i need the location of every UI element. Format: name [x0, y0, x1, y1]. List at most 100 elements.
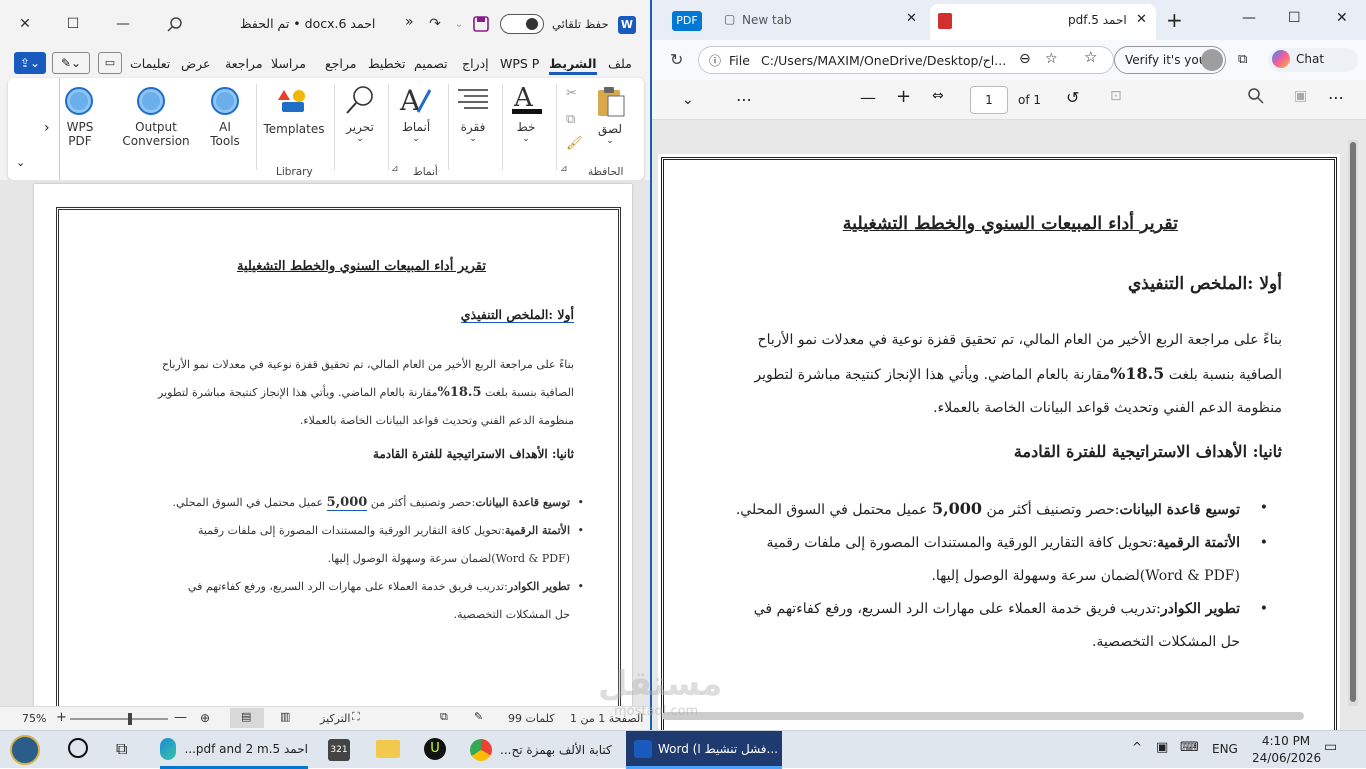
tab-new-tab[interactable]: ▢ New tab ✕: [716, 6, 926, 36]
close-icon[interactable]: ✕: [1336, 10, 1348, 26]
tab-review[interactable]: مراجعة: [225, 56, 263, 71]
taskbar-item-edge[interactable]: احمد 5.pdf and 2 m...: [160, 731, 308, 769]
ribbon-more-button[interactable]: ›: [44, 120, 50, 136]
zoom-out-icon[interactable]: —: [174, 710, 187, 725]
chevron-up-icon[interactable]: ^: [1132, 740, 1142, 754]
upwork-icon[interactable]: U: [424, 738, 446, 760]
find-icon[interactable]: [344, 84, 376, 116]
calendar-icon[interactable]: 321: [328, 739, 350, 761]
clock-time[interactable]: 4:10 PM: [1256, 734, 1316, 748]
notifications-icon[interactable]: ▭: [1324, 739, 1337, 755]
editing-mode-button[interactable]: ✎⌄: [52, 52, 90, 74]
minimize-icon[interactable]: —: [1242, 10, 1256, 26]
clock-date[interactable]: 24/06/2026: [1252, 751, 1321, 765]
page-view-icon[interactable]: ⊡: [1110, 88, 1122, 104]
page-number-input[interactable]: 1: [970, 86, 1008, 114]
more-icon[interactable]: ⋯: [1328, 88, 1344, 107]
paragraph-icon[interactable]: [458, 88, 488, 112]
chevron-down-icon[interactable]: ⌄: [603, 134, 617, 148]
dialog-launcher-icon[interactable]: ⊿: [391, 164, 399, 174]
pdf-tab[interactable]: PDF: [672, 11, 702, 31]
maximize-icon[interactable]: ☐: [60, 12, 86, 36]
folder-icon[interactable]: [376, 740, 400, 758]
refresh-icon[interactable]: ↻: [670, 50, 683, 69]
templates-icon[interactable]: [278, 88, 308, 114]
fit-page-icon[interactable]: ⇔: [932, 88, 944, 104]
taskbar-item-word[interactable]: Word (فشل تنشيط ا...: [626, 731, 782, 769]
wps-pdf-icon[interactable]: [64, 86, 94, 116]
maximize-icon[interactable]: ☐: [1288, 10, 1301, 26]
network-icon[interactable]: ▣: [1156, 740, 1168, 755]
tab-view[interactable]: عرض: [181, 56, 210, 71]
copilot-chat-button[interactable]: Chat: [1268, 48, 1358, 72]
widgets-icon[interactable]: [10, 735, 40, 765]
horizontal-scrollbar[interactable]: [662, 712, 1304, 720]
rotate-icon[interactable]: ↺: [1066, 88, 1079, 107]
tab-references[interactable]: مراجع: [325, 56, 356, 71]
focus-label[interactable]: التركيز: [320, 712, 350, 725]
document-area[interactable]: تقرير أداء المبيعات السنوي والخطط التشغي…: [0, 180, 650, 706]
chevron-down-icon[interactable]: ⌄: [466, 132, 480, 146]
more-icon[interactable]: ⋯: [736, 90, 752, 109]
tab-help[interactable]: تعليمات: [130, 56, 170, 71]
document-title[interactable]: احمد 6.docx • تم الحفظ: [240, 16, 375, 31]
vertical-scrollbar[interactable]: [1348, 140, 1358, 706]
collapse-ribbon-icon[interactable]: ⌄: [16, 156, 25, 169]
save-icon[interactable]: ▣: [1294, 88, 1307, 104]
zoom-level[interactable]: 75%: [22, 712, 46, 725]
close-tab-icon[interactable]: ✕: [1136, 12, 1147, 27]
task-view-icon[interactable]: ⧉: [116, 739, 127, 759]
search-circle-icon[interactable]: [68, 738, 88, 758]
accessibility-icon[interactable]: ⧉: [440, 710, 448, 724]
font-icon[interactable]: A: [510, 82, 544, 114]
copy-icon[interactable]: ⧉: [566, 112, 575, 127]
pdf-viewer[interactable]: تقرير أداء المبيعات السنوي والخطط التشغي…: [652, 120, 1366, 730]
search-icon[interactable]: [162, 12, 188, 36]
zoom-in-icon[interactable]: +: [56, 710, 67, 725]
close-icon[interactable]: ✕: [12, 12, 38, 36]
search-icon[interactable]: [1248, 88, 1264, 108]
paste-icon[interactable]: [596, 86, 626, 118]
ai-tools-icon[interactable]: [210, 86, 240, 116]
print-layout-icon[interactable]: ▤: [230, 708, 264, 728]
close-tab-icon[interactable]: ✕: [906, 11, 917, 26]
new-tab-icon[interactable]: +: [1166, 8, 1183, 32]
web-layout-icon[interactable]: ⊕: [200, 711, 210, 725]
tab-mailings[interactable]: مراسلا: [271, 56, 306, 71]
zoom-icon[interactable]: ⊖: [1019, 51, 1031, 67]
read-mode-icon[interactable]: ▥: [280, 710, 290, 723]
tab-file[interactable]: ملف: [608, 56, 632, 71]
language-indicator[interactable]: ENG: [1212, 742, 1238, 756]
zoom-out-icon[interactable]: —: [860, 88, 876, 107]
ribbon-scroll[interactable]: › ⌄: [8, 78, 60, 180]
document-page[interactable]: تقرير أداء المبيعات السنوي والخطط التشغي…: [34, 184, 632, 706]
share-button[interactable]: ⇪⌄: [14, 52, 46, 74]
redo-icon[interactable]: ↷: [422, 12, 448, 36]
profile-button[interactable]: Verify it's you: [1114, 46, 1226, 74]
output-conversion-icon[interactable]: [136, 86, 166, 116]
autosave-toggle[interactable]: [500, 14, 544, 34]
tab-wps-pdf[interactable]: WPS P: [500, 56, 539, 71]
chevron-down-icon[interactable]: ⌄: [353, 132, 367, 146]
favorite-star-icon[interactable]: ☆: [1045, 51, 1058, 67]
format-painter-icon[interactable]: 🖌: [566, 136, 583, 151]
word-count[interactable]: 99 كلمات: [508, 712, 554, 725]
draw-icon[interactable]: ⌄: [682, 92, 694, 108]
tab-home[interactable]: الشريط: [549, 56, 597, 75]
zoom-slider[interactable]: [70, 713, 168, 725]
address-bar[interactable]: ⓘ File C:/Users/MAXIM/OneDrive/Desktop/ا…: [698, 46, 1114, 74]
proofing-icon[interactable]: ✎: [474, 710, 483, 723]
extensions-icon[interactable]: ⧉: [1238, 52, 1247, 67]
dialog-launcher-icon[interactable]: ⊿: [560, 164, 568, 174]
save-icon[interactable]: [468, 12, 494, 36]
chevron-down-icon[interactable]: ⌄: [519, 132, 533, 146]
overflow-button[interactable]: »: [405, 14, 414, 30]
pdf-page[interactable]: تقرير أداء المبيعات السنوي والخطط التشغي…: [658, 154, 1340, 730]
zoom-in-icon[interactable]: +: [896, 86, 911, 107]
styles-icon[interactable]: A: [398, 84, 432, 116]
tab-design[interactable]: تصميم: [414, 56, 448, 71]
cut-icon[interactable]: ✂: [566, 86, 577, 101]
minimize-icon[interactable]: —: [110, 12, 136, 36]
focus-icon[interactable]: ⛶: [352, 710, 360, 724]
tab-layout[interactable]: تخطيط: [368, 56, 405, 71]
